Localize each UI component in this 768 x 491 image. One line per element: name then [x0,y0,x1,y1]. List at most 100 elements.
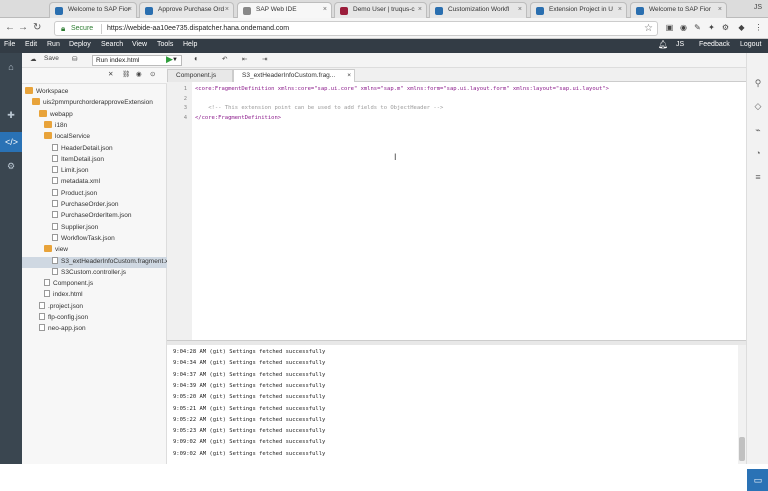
close-tab-icon[interactable]: × [128,6,132,13]
save-all-icon[interactable]: ⛁ [72,55,77,63]
tree-file[interactable]: metadata.xml [22,177,167,188]
user-initials[interactable]: JS [676,41,684,48]
debugger-icon[interactable]: ⌁ [752,124,764,136]
prev-icon[interactable]: ⇤ [242,55,247,63]
menu-item-search[interactable]: Search [101,41,123,48]
close-tab-icon[interactable]: × [618,6,622,13]
close-tab-icon[interactable]: × [418,6,422,13]
close-tab-icon[interactable]: × [518,6,522,13]
tree-file[interactable]: S3_extHeaderInfoCustom.fragment.x [22,256,168,268]
tree-file[interactable]: PurchaseOrderItem.json [22,211,167,222]
tree-node-label: flp-config.json [48,314,89,321]
undo-icon[interactable]: ↶ [222,55,227,63]
browser-tab[interactable]: Approve Purchase Ord × [139,2,234,18]
tree-file[interactable]: HeaderDetail.json [22,143,167,155]
folder-icon [32,98,40,106]
home-icon[interactable]: ⌂ [5,61,17,73]
reload-icon[interactable]: ↻ [33,22,41,34]
extension-icon-2[interactable]: ◉ [677,21,690,34]
git-icon[interactable]: ◇ [752,100,764,112]
menu-item-view[interactable]: View [132,41,147,48]
editor-tab-fragment[interactable]: S3_extHeaderInfoCustom.frag... × [233,69,355,82]
tree-file[interactable]: .project.json [22,301,167,313]
tree-folder[interactable]: Workspace [22,87,167,98]
ide-toolbar: ☁ Save ⛁ Run index.html ▼ ▶ ◐ ↶ ⇤ ⇥ [22,53,746,68]
search-icon[interactable]: ⚲ [752,77,764,89]
tree-file[interactable]: index.html [22,290,167,301]
menu-item-file[interactable]: File [4,41,15,48]
collapse-icon[interactable]: ✕ [108,70,113,78]
refresh-tree-icon[interactable]: ⊙ [150,70,155,78]
feedback-link[interactable]: Feedback [699,41,730,48]
menu-item-deploy[interactable]: Deploy [69,41,91,48]
tree-file[interactable]: PurchaseOrder.json [22,200,167,211]
extension-icon-6[interactable]: ◆ [735,21,748,34]
url-input[interactable]: 🔒︎ Secure https://webide-aa10ee735.dispa… [54,21,658,36]
favicon-icon [243,7,251,15]
close-tab-icon[interactable]: × [718,6,722,13]
outline-icon[interactable]: ≡ [752,171,764,183]
extension-icon-1[interactable]: ▣ [663,21,676,34]
tree-file[interactable]: S3Custom.controller.js [22,267,167,279]
close-icon[interactable]: × [347,72,351,79]
next-icon[interactable]: ⇥ [262,55,267,63]
tree-file[interactable]: flp-config.json [22,313,167,324]
save-button[interactable]: Save [44,55,59,62]
url-text: https://webide-aa10ee735.dispatcher.hana… [107,25,290,32]
close-tab-icon[interactable]: × [323,6,327,13]
console-log-line: 9:04:34 AM (git) Settings fetched succes… [173,360,326,367]
console-scrollbar[interactable] [738,345,746,464]
tree-file[interactable]: neo-app.json [22,324,167,335]
logout-link[interactable]: Logout [740,41,761,48]
tree-file[interactable]: Product.json [22,188,167,200]
extension-icon-4[interactable]: ✦ [705,21,718,34]
settings-gear-icon[interactable]: ⚙ [5,160,17,172]
scrollbar-thumb[interactable] [739,437,745,461]
browser-tab[interactable]: Demo User | truqus-c × [334,2,427,18]
browser-tab[interactable]: Welcome to SAP Fior × [630,2,727,18]
browser-tab-strip: JS Welcome to SAP Fior × Approve Purchase … [0,0,768,18]
tree-folder[interactable]: webapp [22,109,167,121]
tree-file[interactable]: WorkflowTask.json [22,233,167,245]
tree-file[interactable]: Limit.json [22,166,167,177]
bookmark-star-icon[interactable]: ☆ [644,23,653,34]
menu-item-run[interactable]: Run [47,41,60,48]
browser-tab[interactable]: Welcome to SAP Fior × [49,2,137,18]
browser-tab[interactable]: Customization Workfl × [429,2,527,18]
back-icon[interactable]: ← [5,22,15,34]
cloud-save-icon: ☁ [30,56,37,63]
link-icon[interactable]: ⛓ [122,70,130,78]
tree-file[interactable]: ItemDetail.json [22,154,167,166]
tree-folder[interactable]: uis2pmmpurchorderapproveExtension [22,98,167,109]
notification-bell-icon[interactable]: 🔔︎ [658,40,668,49]
tree-file[interactable]: Supplier.json [22,222,167,234]
show-hidden-icon[interactable]: ◉ [136,70,142,78]
tree-folder[interactable]: i18n [22,120,167,132]
menu-item-help[interactable]: Help [183,41,197,48]
tree-folder[interactable]: localService [22,132,167,143]
collaboration-icon[interactable]: ◔ [752,147,764,159]
forward-icon[interactable]: → [18,22,28,34]
code-editor[interactable]: I 1 <core:FragmentDefinition xmlns:core="… [167,82,746,340]
extension-icon-5[interactable]: ⚙ [719,21,732,34]
tree-node-label: PurchaseOrderItem.json [61,212,132,220]
tree-node-label: i18n [55,121,68,129]
profile-badge[interactable]: JS [754,4,762,11]
file-icon [52,188,58,196]
extension-icon-3[interactable]: ✎ [691,21,704,34]
learning-icon[interactable]: ✚ [5,109,17,121]
console-icon[interactable]: ▭ [752,474,764,486]
browser-menu-icon[interactable]: ⋮ [752,21,765,34]
close-tab-icon[interactable]: × [225,6,229,13]
menu-item-edit[interactable]: Edit [25,41,37,48]
stop-icon[interactable]: ◐ [194,54,199,63]
menu-item-tools[interactable]: Tools [157,41,173,48]
tree-file[interactable]: Component.js [22,279,167,290]
editor-tab-component[interactable]: Component.js [167,69,233,82]
tree-folder[interactable]: view [22,245,167,256]
development-icon[interactable]: </> [5,136,18,148]
run-icon[interactable]: ▶ [166,54,173,65]
browser-tab[interactable]: Extension Project in U × [530,2,627,18]
browser-tab[interactable]: SAP Web IDE × [237,2,332,18]
file-icon [52,177,58,185]
